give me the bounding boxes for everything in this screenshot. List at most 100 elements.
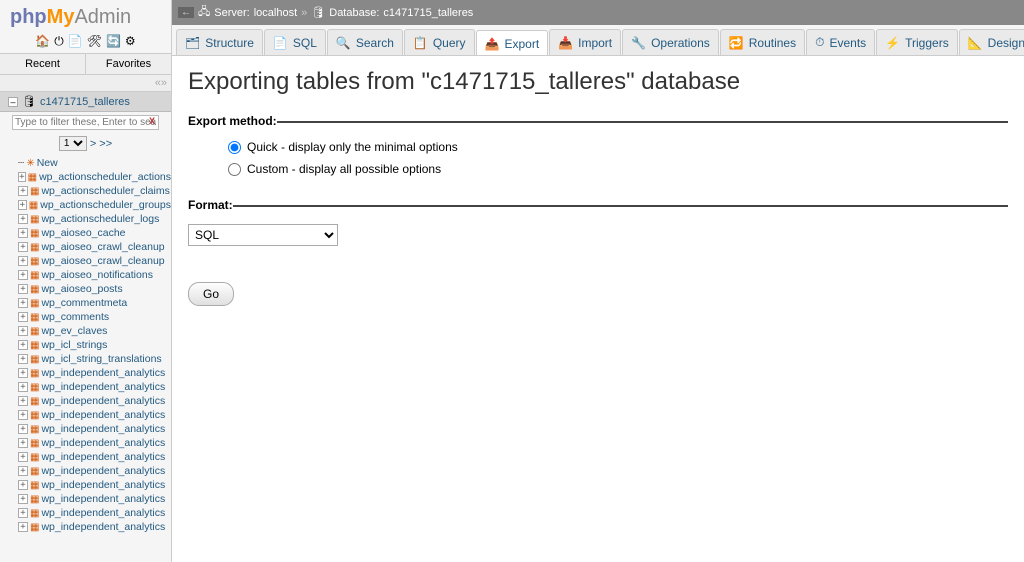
- table-row[interactable]: +▦wp_independent_analytics: [6, 380, 171, 394]
- expand-icon[interactable]: +: [18, 312, 28, 322]
- expand-icon[interactable]: +: [18, 368, 28, 378]
- expand-icon[interactable]: +: [18, 284, 28, 294]
- db-tree-header[interactable]: – 🛢 c1471715_talleres: [0, 92, 171, 112]
- expand-icon[interactable]: +: [18, 256, 28, 266]
- expand-icon[interactable]: +: [18, 186, 28, 196]
- table-row[interactable]: +▦wp_independent_analytics: [6, 506, 171, 520]
- radio-quick-input[interactable]: [228, 141, 241, 154]
- tab-sql[interactable]: 📄SQL: [264, 29, 326, 55]
- table-row[interactable]: +▦wp_aioseo_cache: [6, 226, 171, 240]
- table-row[interactable]: +▦wp_icl_string_translations: [6, 352, 171, 366]
- table-link[interactable]: wp_independent_analytics: [41, 521, 165, 533]
- reload-icon[interactable]: 🔄: [106, 34, 121, 49]
- table-link[interactable]: wp_icl_strings: [41, 339, 107, 351]
- clear-filter-icon[interactable]: X: [149, 116, 155, 126]
- search-input[interactable]: [12, 115, 159, 130]
- expand-icon[interactable]: +: [18, 270, 28, 280]
- expand-icon[interactable]: +: [18, 228, 28, 238]
- expand-icon[interactable]: +: [18, 172, 26, 182]
- expand-icon[interactable]: +: [18, 452, 28, 462]
- table-row[interactable]: +▦wp_independent_analytics: [6, 450, 171, 464]
- tree-page-next[interactable]: > >>: [90, 138, 112, 150]
- table-link[interactable]: wp_aioseo_posts: [41, 283, 122, 295]
- home-icon[interactable]: 🏠: [35, 34, 50, 49]
- collapse-panel-icon[interactable]: «»: [0, 75, 171, 92]
- table-link[interactable]: wp_aioseo_cache: [41, 227, 125, 239]
- tab-structure[interactable]: 🗂Structure: [176, 29, 263, 55]
- expand-icon[interactable]: +: [18, 354, 28, 364]
- table-row[interactable]: +▦wp_actionscheduler_claims: [6, 184, 171, 198]
- table-row[interactable]: +▦wp_comments: [6, 310, 171, 324]
- table-row[interactable]: +▦wp_independent_analytics: [6, 408, 171, 422]
- expand-icon[interactable]: +: [18, 522, 28, 532]
- table-link[interactable]: wp_independent_analytics: [41, 465, 165, 477]
- radio-custom[interactable]: Custom - display all possible options: [228, 162, 1008, 176]
- table-row[interactable]: +▦wp_independent_analytics: [6, 394, 171, 408]
- expand-icon[interactable]: +: [18, 214, 28, 224]
- table-link[interactable]: wp_actionscheduler_logs: [41, 213, 159, 225]
- table-link[interactable]: wp_actionscheduler_actions: [39, 171, 171, 183]
- table-link[interactable]: wp_actionscheduler_claims: [41, 185, 169, 197]
- go-button[interactable]: Go: [188, 282, 234, 306]
- expand-icon[interactable]: +: [18, 382, 28, 392]
- table-row[interactable]: +▦wp_independent_analytics: [6, 464, 171, 478]
- table-row[interactable]: +▦wp_independent_analytics: [6, 422, 171, 436]
- table-row[interactable]: +▦wp_actionscheduler_logs: [6, 212, 171, 226]
- logout-icon[interactable]: ⏻: [54, 34, 64, 49]
- table-row[interactable]: +▦wp_actionscheduler_groups: [6, 198, 171, 212]
- expand-icon[interactable]: +: [18, 298, 28, 308]
- tab-recent[interactable]: Recent: [0, 54, 86, 74]
- table-row[interactable]: +▦wp_icl_strings: [6, 338, 171, 352]
- tab-favorites[interactable]: Favorites: [86, 54, 171, 74]
- table-link[interactable]: wp_independent_analytics: [41, 423, 165, 435]
- logo[interactable]: phpMyAdmin: [0, 0, 171, 32]
- expand-icon[interactable]: +: [18, 424, 28, 434]
- table-link[interactable]: wp_aioseo_crawl_cleanup: [41, 255, 164, 267]
- radio-quick[interactable]: Quick - display only the minimal options: [228, 140, 1008, 154]
- table-row[interactable]: +▦wp_commentmeta: [6, 296, 171, 310]
- expand-icon[interactable]: +: [18, 466, 28, 476]
- docs-icon[interactable]: 📄: [68, 34, 83, 49]
- radio-custom-input[interactable]: [228, 163, 241, 176]
- tab-export[interactable]: 📤Export: [476, 30, 549, 56]
- expand-icon[interactable]: +: [18, 326, 28, 336]
- tab-import[interactable]: 📥Import: [549, 29, 621, 55]
- table-row[interactable]: +▦wp_independent_analytics: [6, 492, 171, 506]
- nav-settings-icon[interactable]: 🛠: [87, 34, 102, 49]
- format-select[interactable]: SQL: [188, 224, 338, 246]
- expand-icon[interactable]: +: [18, 438, 28, 448]
- server-value[interactable]: localhost: [254, 7, 297, 19]
- expand-icon[interactable]: +: [18, 200, 27, 210]
- table-link[interactable]: wp_independent_analytics: [41, 409, 165, 421]
- tree-new[interactable]: ┄ ✳ New: [6, 156, 171, 170]
- table-link[interactable]: wp_comments: [41, 311, 109, 323]
- table-row[interactable]: +▦wp_aioseo_notifications: [6, 268, 171, 282]
- table-row[interactable]: +▦wp_ev_claves: [6, 324, 171, 338]
- table-link[interactable]: wp_independent_analytics: [41, 451, 165, 463]
- expand-icon[interactable]: +: [18, 396, 28, 406]
- table-link[interactable]: wp_commentmeta: [41, 297, 127, 309]
- table-link[interactable]: wp_independent_analytics: [41, 493, 165, 505]
- table-link[interactable]: wp_independent_analytics: [41, 395, 165, 407]
- tab-designer[interactable]: 📐Designer: [959, 29, 1024, 55]
- table-row[interactable]: +▦wp_independent_analytics: [6, 520, 171, 534]
- expand-icon[interactable]: +: [18, 242, 28, 252]
- table-link[interactable]: wp_icl_string_translations: [41, 353, 161, 365]
- expand-icon[interactable]: +: [18, 508, 28, 518]
- table-row[interactable]: +▦wp_aioseo_posts: [6, 282, 171, 296]
- table-row[interactable]: +▦wp_actionscheduler_actions: [6, 170, 171, 184]
- settings-icon[interactable]: ⚙: [125, 34, 136, 49]
- db-value[interactable]: c1471715_talleres: [383, 7, 473, 19]
- table-link[interactable]: wp_independent_analytics: [41, 367, 165, 379]
- table-link[interactable]: wp_aioseo_notifications: [41, 269, 153, 281]
- tab-triggers[interactable]: ⚡Triggers: [876, 29, 958, 55]
- expand-icon[interactable]: +: [18, 410, 28, 420]
- tab-operations[interactable]: 🔧Operations: [622, 29, 719, 55]
- table-row[interactable]: +▦wp_independent_analytics: [6, 436, 171, 450]
- nav-back-icon[interactable]: ←: [178, 7, 194, 18]
- tree-page-select[interactable]: 1: [59, 136, 87, 151]
- collapse-db-icon[interactable]: –: [8, 97, 18, 107]
- table-link[interactable]: wp_independent_analytics: [41, 381, 165, 393]
- table-link[interactable]: wp_ev_claves: [41, 325, 107, 337]
- table-link[interactable]: wp_actionscheduler_groups: [40, 199, 171, 211]
